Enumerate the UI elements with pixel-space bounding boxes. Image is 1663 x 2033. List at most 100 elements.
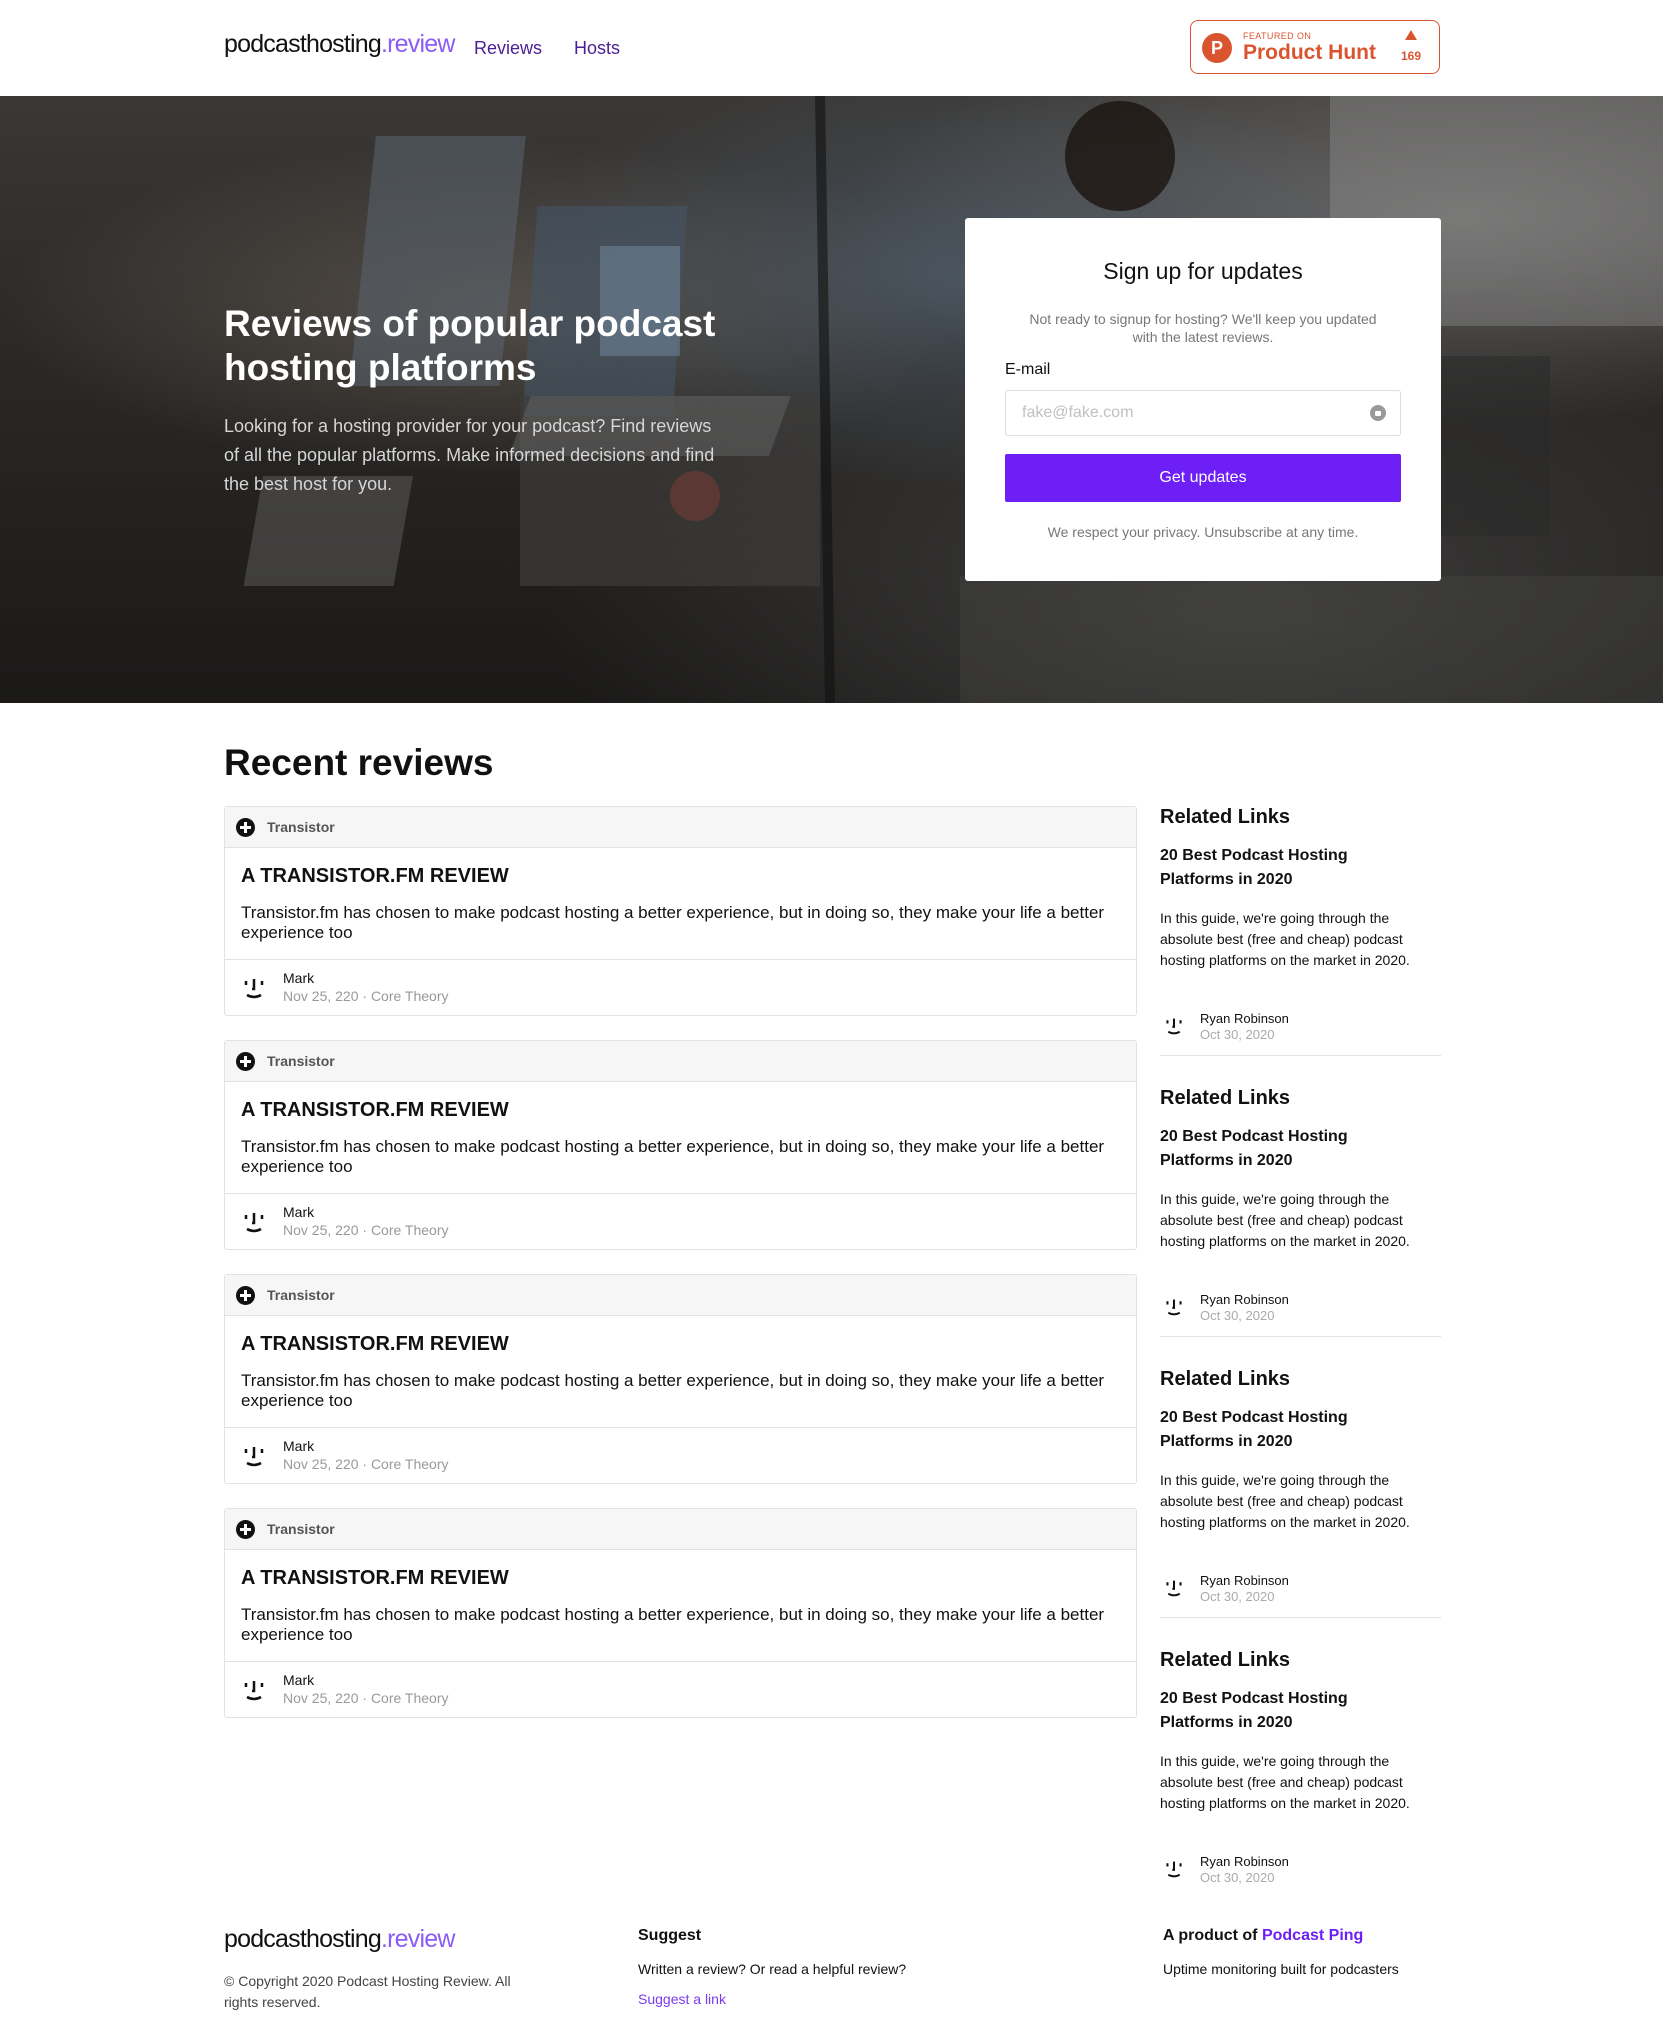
review-host-name[interactable]: Transistor [267,819,335,835]
review-card[interactable]: Transistor A TRANSISTOR.FM REVIEW Transi… [224,1274,1137,1484]
review-title[interactable]: A TRANSISTOR.FM REVIEW [241,1099,509,1122]
review-excerpt: Transistor.fm has chosen to make podcast… [241,1605,1105,1644]
author-avatar-icon [244,979,264,999]
hero-subtitle: Looking for a hosting provider for your … [224,416,715,494]
host-plus-icon [236,1052,255,1071]
host-plus-icon [236,1520,255,1539]
product-hunt-featured-label: FEATURED ON [1243,31,1312,41]
logo-accent-text: .review [380,30,455,58]
review-title[interactable]: A TRANSISTOR.FM REVIEW [241,865,509,888]
review-author: Mark [283,1672,315,1688]
product-hunt-title: Product Hunt [1243,41,1376,64]
privacy-note: We respect your privacy. Unsubscribe at … [1047,524,1359,540]
review-host-name[interactable]: Transistor [267,1521,335,1537]
sidebar-divider [1160,1055,1441,1056]
review-meta: Nov 25, 220 · Core Theory [283,1222,449,1238]
related-link-date: Oct 30, 2020 [1200,1589,1275,1604]
author-avatar-icon [244,1447,264,1467]
footer-logo-main-text: podcasthosting [224,1925,382,1953]
review-title[interactable]: A TRANSISTOR.FM REVIEW [241,1567,509,1590]
related-links-heading: Related Links [1160,1087,1291,1109]
upvote-arrow-icon [1405,30,1417,40]
related-link-description: In this guide, we're going through the a… [1160,910,1410,968]
product-hunt-logo-icon: P [1202,33,1232,63]
related-link-author: Ryan Robinson [1200,1011,1289,1026]
related-link-description: In this guide, we're going through the a… [1160,1753,1410,1811]
site-header: podcasthosting.review Reviews Hosts P FE… [0,0,1663,96]
review-author: Mark [283,1204,315,1220]
email-input[interactable] [1006,391,1346,435]
host-plus-icon [236,1286,255,1305]
related-link-date: Oct 30, 2020 [1200,1870,1275,1885]
author-avatar-icon [244,1681,264,1701]
review-meta: Nov 25, 220 · Core Theory [283,988,449,1004]
related-link-author: Ryan Robinson [1200,1854,1289,1869]
review-title[interactable]: A TRANSISTOR.FM REVIEW [241,1333,509,1356]
review-card-header: Transistor [225,807,1136,848]
author-avatar-icon [1166,1018,1182,1035]
review-card-header: Transistor [225,1275,1136,1316]
related-link-title[interactable]: 20 Best Podcast Hosting Platforms in 202… [1160,1687,1420,1735]
nav-reviews-link[interactable]: Reviews [474,38,542,59]
review-card-divider [225,1661,1136,1662]
related-links-heading: Related Links [1160,1649,1291,1671]
footer-product-prefix: A product of [1163,1927,1262,1944]
related-link-date: Oct 30, 2020 [1200,1027,1275,1042]
review-host-name[interactable]: Transistor [267,1287,335,1303]
review-card[interactable]: Transistor A TRANSISTOR.FM REVIEW Transi… [224,806,1137,1016]
sidebar-divider [1160,1617,1441,1618]
footer-logo-accent-text: .review [380,1925,455,1953]
related-link-author: Ryan Robinson [1200,1292,1289,1307]
review-excerpt: Transistor.fm has chosen to make podcast… [241,1371,1105,1410]
logo-main-text: podcasthosting [224,30,382,58]
review-excerpt: Transistor.fm has chosen to make podcast… [241,903,1105,942]
footer-suggest-text: Written a review? Or read a helpful revi… [638,1961,907,1977]
related-links-heading: Related Links [1160,806,1291,828]
signup-title: Sign up for updates [1103,258,1303,284]
related-link-description: In this guide, we're going through the a… [1160,1472,1410,1530]
author-avatar-icon [1166,1580,1182,1597]
email-field-wrapper [1005,390,1401,436]
author-avatar-icon [244,1213,264,1233]
footer-product-heading: A product of Podcast Ping [1163,1927,1363,1945]
related-links-heading: Related Links [1160,1368,1291,1390]
review-card-header: Transistor [225,1509,1136,1550]
footer-suggest-heading: Suggest [638,1927,702,1944]
author-avatar-icon [1166,1861,1182,1878]
podcast-ping-link[interactable]: Podcast Ping [1262,1927,1363,1944]
footer-copyright: © Copyright 2020 Podcast Hosting Review.… [224,1973,511,2010]
author-avatar-icon [1166,1299,1182,1316]
review-card-divider [225,1193,1136,1194]
site-logo[interactable]: podcasthosting.review [224,30,455,59]
main-nav: Reviews Hosts [474,38,620,59]
get-updates-button[interactable]: Get updates [1005,454,1401,502]
nav-hosts-link[interactable]: Hosts [574,38,620,59]
related-link-date: Oct 30, 2020 [1200,1308,1275,1323]
suggest-link[interactable]: Suggest a link [638,1991,726,2007]
related-link-description: In this guide, we're going through the a… [1160,1191,1410,1249]
review-card-divider [225,1427,1136,1428]
footer-product-text: Uptime monitoring built for podcasters [1163,1961,1399,1977]
product-hunt-badge[interactable]: P FEATURED ON Product Hunt 169 [1190,20,1440,74]
recent-reviews-title: Recent reviews [224,742,494,783]
review-card[interactable]: Transistor A TRANSISTOR.FM REVIEW Transi… [224,1040,1137,1250]
product-hunt-vote-count: 169 [1400,49,1422,63]
hero-banner: Reviews of popular podcast hosting platf… [0,96,1663,703]
email-label: E-mail [1005,361,1051,378]
host-plus-icon [236,818,255,837]
related-link-title[interactable]: 20 Best Podcast Hosting Platforms in 202… [1160,1406,1420,1454]
sidebar-divider [1160,1336,1441,1337]
related-link-author: Ryan Robinson [1200,1573,1289,1588]
signup-description: Not ready to signup for hosting? We'll k… [1029,311,1377,345]
review-author: Mark [283,1438,315,1454]
review-host-name[interactable]: Transistor [267,1053,335,1069]
review-author: Mark [283,970,315,986]
review-card[interactable]: Transistor A TRANSISTOR.FM REVIEW Transi… [224,1508,1137,1718]
related-link-title[interactable]: 20 Best Podcast Hosting Platforms in 202… [1160,1125,1420,1173]
related-link-title[interactable]: 20 Best Podcast Hosting Platforms in 202… [1160,844,1420,892]
hero-title: Reviews of popular podcast hosting platf… [224,303,716,388]
footer-logo[interactable]: podcasthosting.review [224,1925,455,1954]
signup-card: Sign up for updates Not ready to signup … [965,218,1441,581]
review-meta: Nov 25, 220 · Core Theory [283,1690,449,1706]
review-meta: Nov 25, 220 · Core Theory [283,1456,449,1472]
